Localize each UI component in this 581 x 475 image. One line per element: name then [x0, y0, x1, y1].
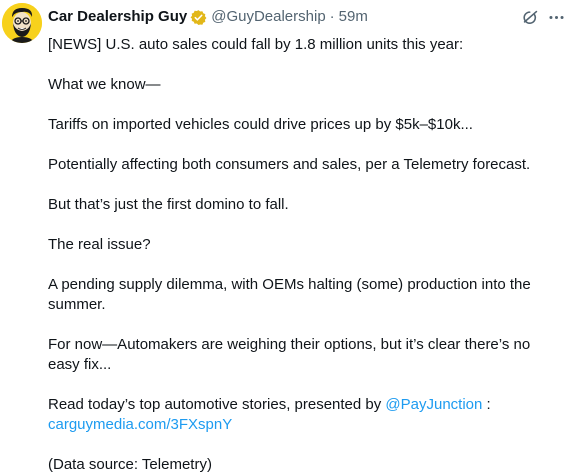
- header-separator: ·: [329, 8, 335, 25]
- tweet-text: [NEWS] U.S. auto sales could fall by 1.8…: [48, 35, 558, 475]
- tweet-paragraph: But that’s just the first domino to fall…: [48, 196, 289, 213]
- tweet-header: Car Dealership Guy @GuyDealership · 59m: [48, 6, 368, 28]
- tweet-paragraph: The real issue?: [48, 236, 151, 253]
- sponsor-colon: :: [482, 396, 491, 413]
- tweet-paragraph: What we know—: [48, 76, 161, 93]
- tweet-paragraph: (Data source: Telemetry): [48, 456, 212, 473]
- grok-icon[interactable]: [521, 8, 540, 27]
- tweet-paragraph: [NEWS] U.S. auto sales could fall by 1.8…: [48, 36, 464, 53]
- tweet-paragraph: A pending supply dilemma, with OEMs halt…: [48, 276, 531, 313]
- verified-badge-icon: [190, 9, 207, 26]
- tweet-paragraph: For now—Automakers are weighing their op…: [48, 336, 531, 373]
- tweet-paragraph-sponsor: Read today’s top automotive stories, pre…: [48, 395, 558, 435]
- avatar[interactable]: [2, 3, 42, 43]
- url-link[interactable]: carguymedia.com/3FXspnY: [48, 416, 232, 433]
- tweet[interactable]: Car Dealership Guy @GuyDealership · 59m …: [0, 0, 581, 475]
- tweet-paragraph: Tariffs on imported vehicles could drive…: [48, 116, 473, 133]
- mention-link[interactable]: @PayJunction: [385, 396, 482, 413]
- author-display-name[interactable]: Car Dealership Guy: [48, 7, 187, 27]
- author-handle[interactable]: @GuyDealership: [211, 7, 325, 27]
- avatar-cartoon-face: [2, 3, 42, 43]
- sponsor-text: Read today’s top automotive stories, pre…: [48, 396, 386, 413]
- tweet-timestamp[interactable]: 59m: [339, 7, 368, 27]
- more-options-icon[interactable]: [547, 8, 566, 27]
- tweet-paragraph: Potentially affecting both consumers and…: [48, 156, 531, 173]
